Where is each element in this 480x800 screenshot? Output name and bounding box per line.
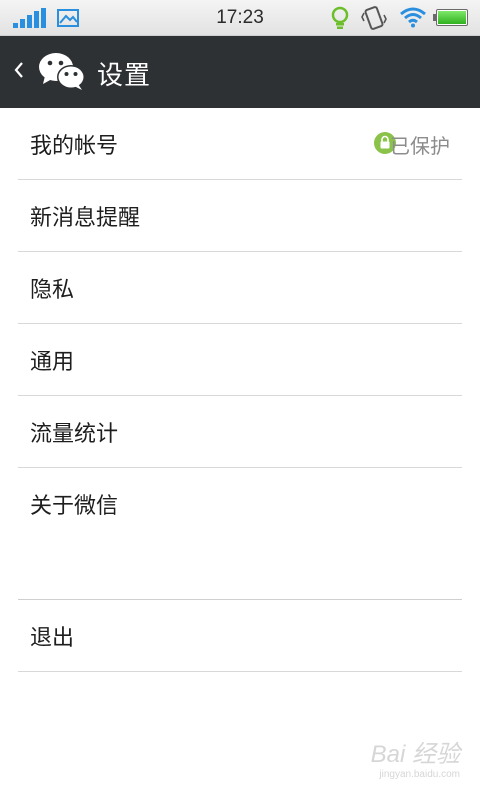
settings-item-data-usage[interactable]: 流量统计	[18, 396, 462, 468]
logout-button[interactable]: 退出	[18, 600, 462, 672]
settings-item-label: 隐私	[30, 278, 75, 303]
watermark-subtext: jingyan.baidu.com	[379, 769, 460, 780]
page-title: 设置	[97, 61, 152, 91]
battery-icon	[433, 9, 468, 26]
wechat-icon[interactable]	[38, 52, 86, 92]
status-bar: 17:23	[0, 0, 480, 36]
settings-item-about[interactable]: 关于微信	[18, 468, 462, 540]
section-divider	[18, 540, 462, 600]
settings-item-general[interactable]: 通用	[18, 324, 462, 396]
settings-item-label: 通用	[30, 350, 75, 375]
settings-item-label: 关于微信	[30, 494, 119, 519]
settings-item-label: 新消息提醒	[30, 206, 141, 231]
settings-item-label: 我的帐号	[30, 134, 119, 159]
settings-item-label: 流量统计	[30, 422, 119, 447]
watermark: Bai 经验 jingyan.baidu.com	[371, 734, 460, 780]
settings-item-privacy[interactable]: 隐私	[18, 252, 462, 324]
settings-item-notifications[interactable]: 新消息提醒	[18, 180, 462, 252]
settings-item-account[interactable]: 我的帐号 已保护	[18, 108, 462, 180]
logout-label: 退出	[30, 626, 75, 651]
lightbulb-icon	[331, 6, 349, 29]
title-bar: 设置	[0, 36, 480, 108]
battery-level	[438, 11, 466, 24]
wifi-icon	[400, 7, 426, 28]
vibrate-icon	[361, 6, 387, 30]
chevron-left-icon[interactable]	[14, 60, 24, 80]
account-status: 已保护	[390, 134, 450, 158]
watermark-text: Bai 经验	[370, 741, 460, 768]
settings-list: 我的帐号 已保护 新消息提醒 隐私 通用 流量统计 关于微信 退出	[0, 108, 480, 672]
